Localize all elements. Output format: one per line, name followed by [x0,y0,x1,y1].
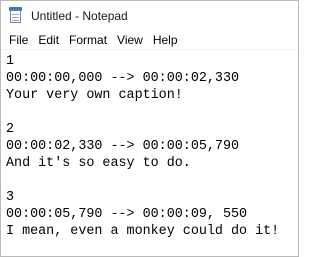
subtitle-index-3: 3 [6,190,15,205]
menu-format[interactable]: Format [64,31,112,50]
subtitle-index-1: 1 [6,54,15,69]
menu-file[interactable]: File [4,31,33,50]
menu-help[interactable]: Help [148,31,183,50]
menu-bar: File Edit Format View Help [1,31,298,50]
subtitle-text-3: I mean, even a monkey could do it! [6,224,280,239]
window-title: Untitled - Notepad [31,9,128,23]
subtitle-timing-3: 00:00:05,790 --> 00:00:09, 550 [6,207,248,222]
menu-view[interactable]: View [112,31,148,50]
menu-edit[interactable]: Edit [33,31,64,50]
subtitle-text-2: And it's so easy to do. [6,156,191,171]
subtitle-timing-2: 00:00:02,330 --> 00:00:05,790 [6,139,240,154]
title-bar[interactable]: Untitled - Notepad [1,1,298,31]
subtitle-text-1: Your very own caption! [6,88,183,103]
notepad-window: Untitled - Notepad File Edit Format View… [0,0,299,257]
subtitle-index-2: 2 [6,122,15,137]
notepad-icon [8,7,24,25]
text-editor-area[interactable]: 1 00:00:00,000 --> 00:00:02,330 Your ver… [1,51,298,256]
subtitle-timing-1: 00:00:00,000 --> 00:00:02,330 [6,71,240,86]
